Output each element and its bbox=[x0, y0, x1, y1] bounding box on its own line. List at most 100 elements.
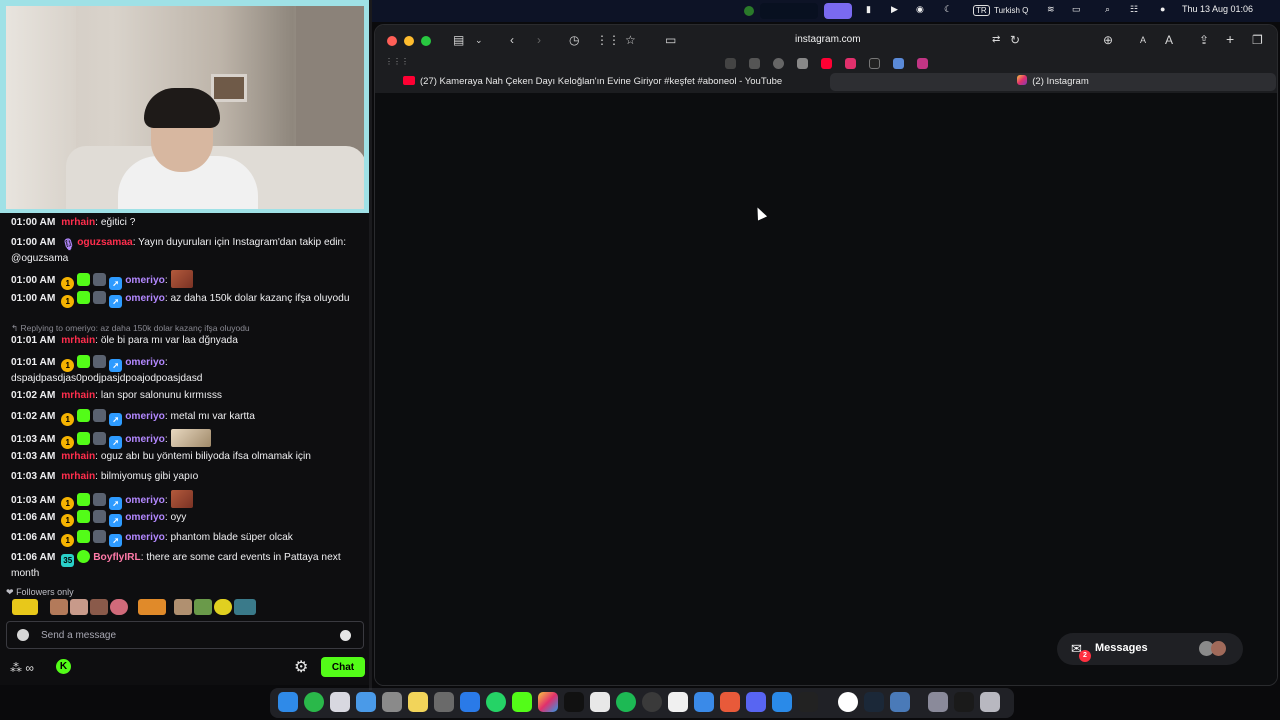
launchpad-icon[interactable] bbox=[330, 692, 350, 712]
chat-username[interactable]: omeriyo bbox=[125, 532, 165, 543]
emote-icon[interactable] bbox=[90, 599, 108, 615]
tab-youtube[interactable]: (27) Kameraya Nah Çeken Dayı Keloğlan'ın… bbox=[403, 73, 833, 91]
moon-icon[interactable]: ☾ bbox=[944, 4, 952, 15]
chat-username[interactable]: omeriyo bbox=[125, 495, 165, 506]
photos-icon[interactable] bbox=[538, 692, 558, 712]
favorites-grid-icon[interactable]: ⋮⋮⋮ bbox=[385, 57, 409, 66]
dock-app-icon[interactable] bbox=[590, 692, 610, 712]
emote-icon[interactable] bbox=[110, 599, 128, 615]
dock-app-icon[interactable] bbox=[564, 692, 584, 712]
emote-icon[interactable] bbox=[234, 599, 256, 615]
chat-username[interactable]: omeriyo bbox=[125, 293, 165, 304]
dock-app-icon[interactable] bbox=[954, 692, 974, 712]
dock-app-icon[interactable] bbox=[928, 692, 948, 712]
dock-app-icon[interactable] bbox=[642, 692, 662, 712]
panel-divider[interactable] bbox=[369, 0, 372, 690]
play-icon[interactable]: ▶ bbox=[891, 4, 898, 15]
chat-username[interactable]: omeriyo bbox=[125, 434, 165, 445]
close-window-button[interactable] bbox=[387, 36, 397, 46]
chrome-icon[interactable] bbox=[838, 692, 858, 712]
status-app-icon[interactable] bbox=[760, 3, 818, 19]
dock-app-icon[interactable] bbox=[304, 692, 324, 712]
quick-actions-icon[interactable]: ⁂ ∞ bbox=[10, 661, 34, 675]
share-icon[interactable]: ⇪ bbox=[1199, 33, 1209, 47]
clock-datetime[interactable]: Thu 13 Aug 01:06 bbox=[1182, 4, 1253, 14]
globe-icon[interactable] bbox=[773, 58, 784, 69]
chat-username[interactable]: mrhain bbox=[61, 390, 95, 401]
spotify-icon[interactable] bbox=[616, 692, 636, 712]
capcut-icon[interactable] bbox=[668, 692, 688, 712]
grid-icon[interactable]: ⋮⋮ bbox=[596, 33, 620, 47]
steam-icon[interactable] bbox=[864, 692, 884, 712]
dock-app-icon[interactable] bbox=[772, 692, 792, 712]
new-tab-icon[interactable]: + bbox=[1226, 31, 1234, 47]
safari-icon[interactable] bbox=[694, 692, 714, 712]
siri-icon[interactable]: ● bbox=[1160, 4, 1165, 14]
input-source-badge[interactable]: TR bbox=[973, 5, 990, 16]
chat-username[interactable]: omeriyo bbox=[125, 275, 165, 286]
airdrop-icon[interactable]: ◉ bbox=[916, 4, 924, 15]
gear-icon[interactable]: ⚙ bbox=[294, 657, 308, 677]
chat-message-input[interactable]: Send a message bbox=[6, 621, 364, 649]
emoji-picker-icon[interactable] bbox=[340, 630, 351, 641]
emote-icon[interactable] bbox=[138, 599, 166, 615]
instagram-icon[interactable] bbox=[845, 58, 856, 69]
emote-icon[interactable] bbox=[174, 599, 192, 615]
minimize-window-button[interactable] bbox=[404, 36, 414, 46]
trash-icon[interactable] bbox=[980, 692, 1000, 712]
favorite-site-icon[interactable] bbox=[749, 58, 760, 69]
terminal-icon[interactable] bbox=[798, 692, 818, 712]
address-bar[interactable]: instagram.com bbox=[795, 34, 861, 45]
screen-record-icon[interactable] bbox=[824, 3, 852, 19]
translate-icon[interactable]: ⇄ bbox=[992, 34, 1000, 45]
download-icon[interactable]: ⊕ bbox=[1103, 33, 1113, 47]
messages-button[interactable]: ✉ 2 Messages bbox=[1057, 633, 1243, 665]
page-menu-icon[interactable]: ▭ bbox=[665, 33, 676, 47]
star-icon[interactable]: ☆ bbox=[625, 33, 636, 47]
chat-send-button[interactable]: Chat bbox=[321, 657, 365, 677]
emote-icon[interactable] bbox=[12, 599, 38, 615]
instagram-icon[interactable] bbox=[917, 58, 928, 69]
battery-icon[interactable]: ▭ bbox=[1072, 4, 1081, 15]
dock-app-icon[interactable] bbox=[890, 692, 910, 712]
favorite-site-icon[interactable] bbox=[797, 58, 808, 69]
forward-icon[interactable]: › bbox=[537, 33, 541, 47]
youtube-icon[interactable] bbox=[821, 58, 832, 69]
control-center-icon[interactable]: ☷ bbox=[1130, 4, 1138, 15]
emote-icon[interactable] bbox=[50, 599, 68, 615]
chat-username[interactable]: omeriyo bbox=[125, 411, 165, 422]
chat-username[interactable]: omeriyo bbox=[125, 512, 165, 523]
chevron-down-icon[interactable]: ⌄ bbox=[475, 35, 483, 46]
chat-username[interactable]: BoyflyIRL bbox=[93, 552, 141, 563]
zoom-window-button[interactable] bbox=[421, 36, 431, 46]
emote-icon[interactable] bbox=[194, 599, 212, 615]
chat-username[interactable]: mrhain bbox=[61, 471, 95, 482]
favorite-site-icon[interactable] bbox=[725, 58, 736, 69]
wifi-icon[interactable]: ≋ bbox=[1047, 4, 1055, 15]
status-item-icon[interactable]: ▮ bbox=[866, 4, 871, 15]
calculator-icon[interactable] bbox=[434, 692, 454, 712]
notes-icon[interactable] bbox=[408, 692, 428, 712]
emote-icon[interactable] bbox=[214, 599, 232, 615]
chat-username[interactable]: mrhain bbox=[61, 335, 95, 346]
reload-icon[interactable]: ↻ bbox=[1010, 33, 1020, 47]
back-icon[interactable]: ‹ bbox=[510, 33, 514, 47]
dock-app-icon[interactable] bbox=[460, 692, 480, 712]
chat-username[interactable]: mrhain bbox=[61, 451, 95, 462]
status-app-icon[interactable] bbox=[744, 6, 754, 16]
tiktok-icon[interactable] bbox=[869, 58, 880, 69]
kick-logo-icon[interactable]: K bbox=[56, 659, 71, 674]
favorite-site-icon[interactable] bbox=[893, 58, 904, 69]
mail-icon[interactable] bbox=[356, 692, 376, 712]
dock-app-icon[interactable] bbox=[720, 692, 740, 712]
tab-overview-icon[interactable]: ❐ bbox=[1252, 33, 1263, 47]
chat-username[interactable]: oguzsamaa bbox=[77, 237, 132, 248]
whatsapp-icon[interactable] bbox=[486, 692, 506, 712]
kick-icon[interactable] bbox=[512, 692, 532, 712]
text-larger-button[interactable]: A bbox=[1165, 33, 1173, 47]
keyboard-layout-label[interactable]: Turkish Q bbox=[994, 6, 1028, 15]
chat-username[interactable]: mrhain bbox=[61, 217, 95, 228]
sidebar-toggle-icon[interactable]: ▤ bbox=[453, 33, 464, 47]
discord-icon[interactable] bbox=[746, 692, 766, 712]
tab-instagram[interactable]: (2) Instagram bbox=[830, 73, 1276, 91]
